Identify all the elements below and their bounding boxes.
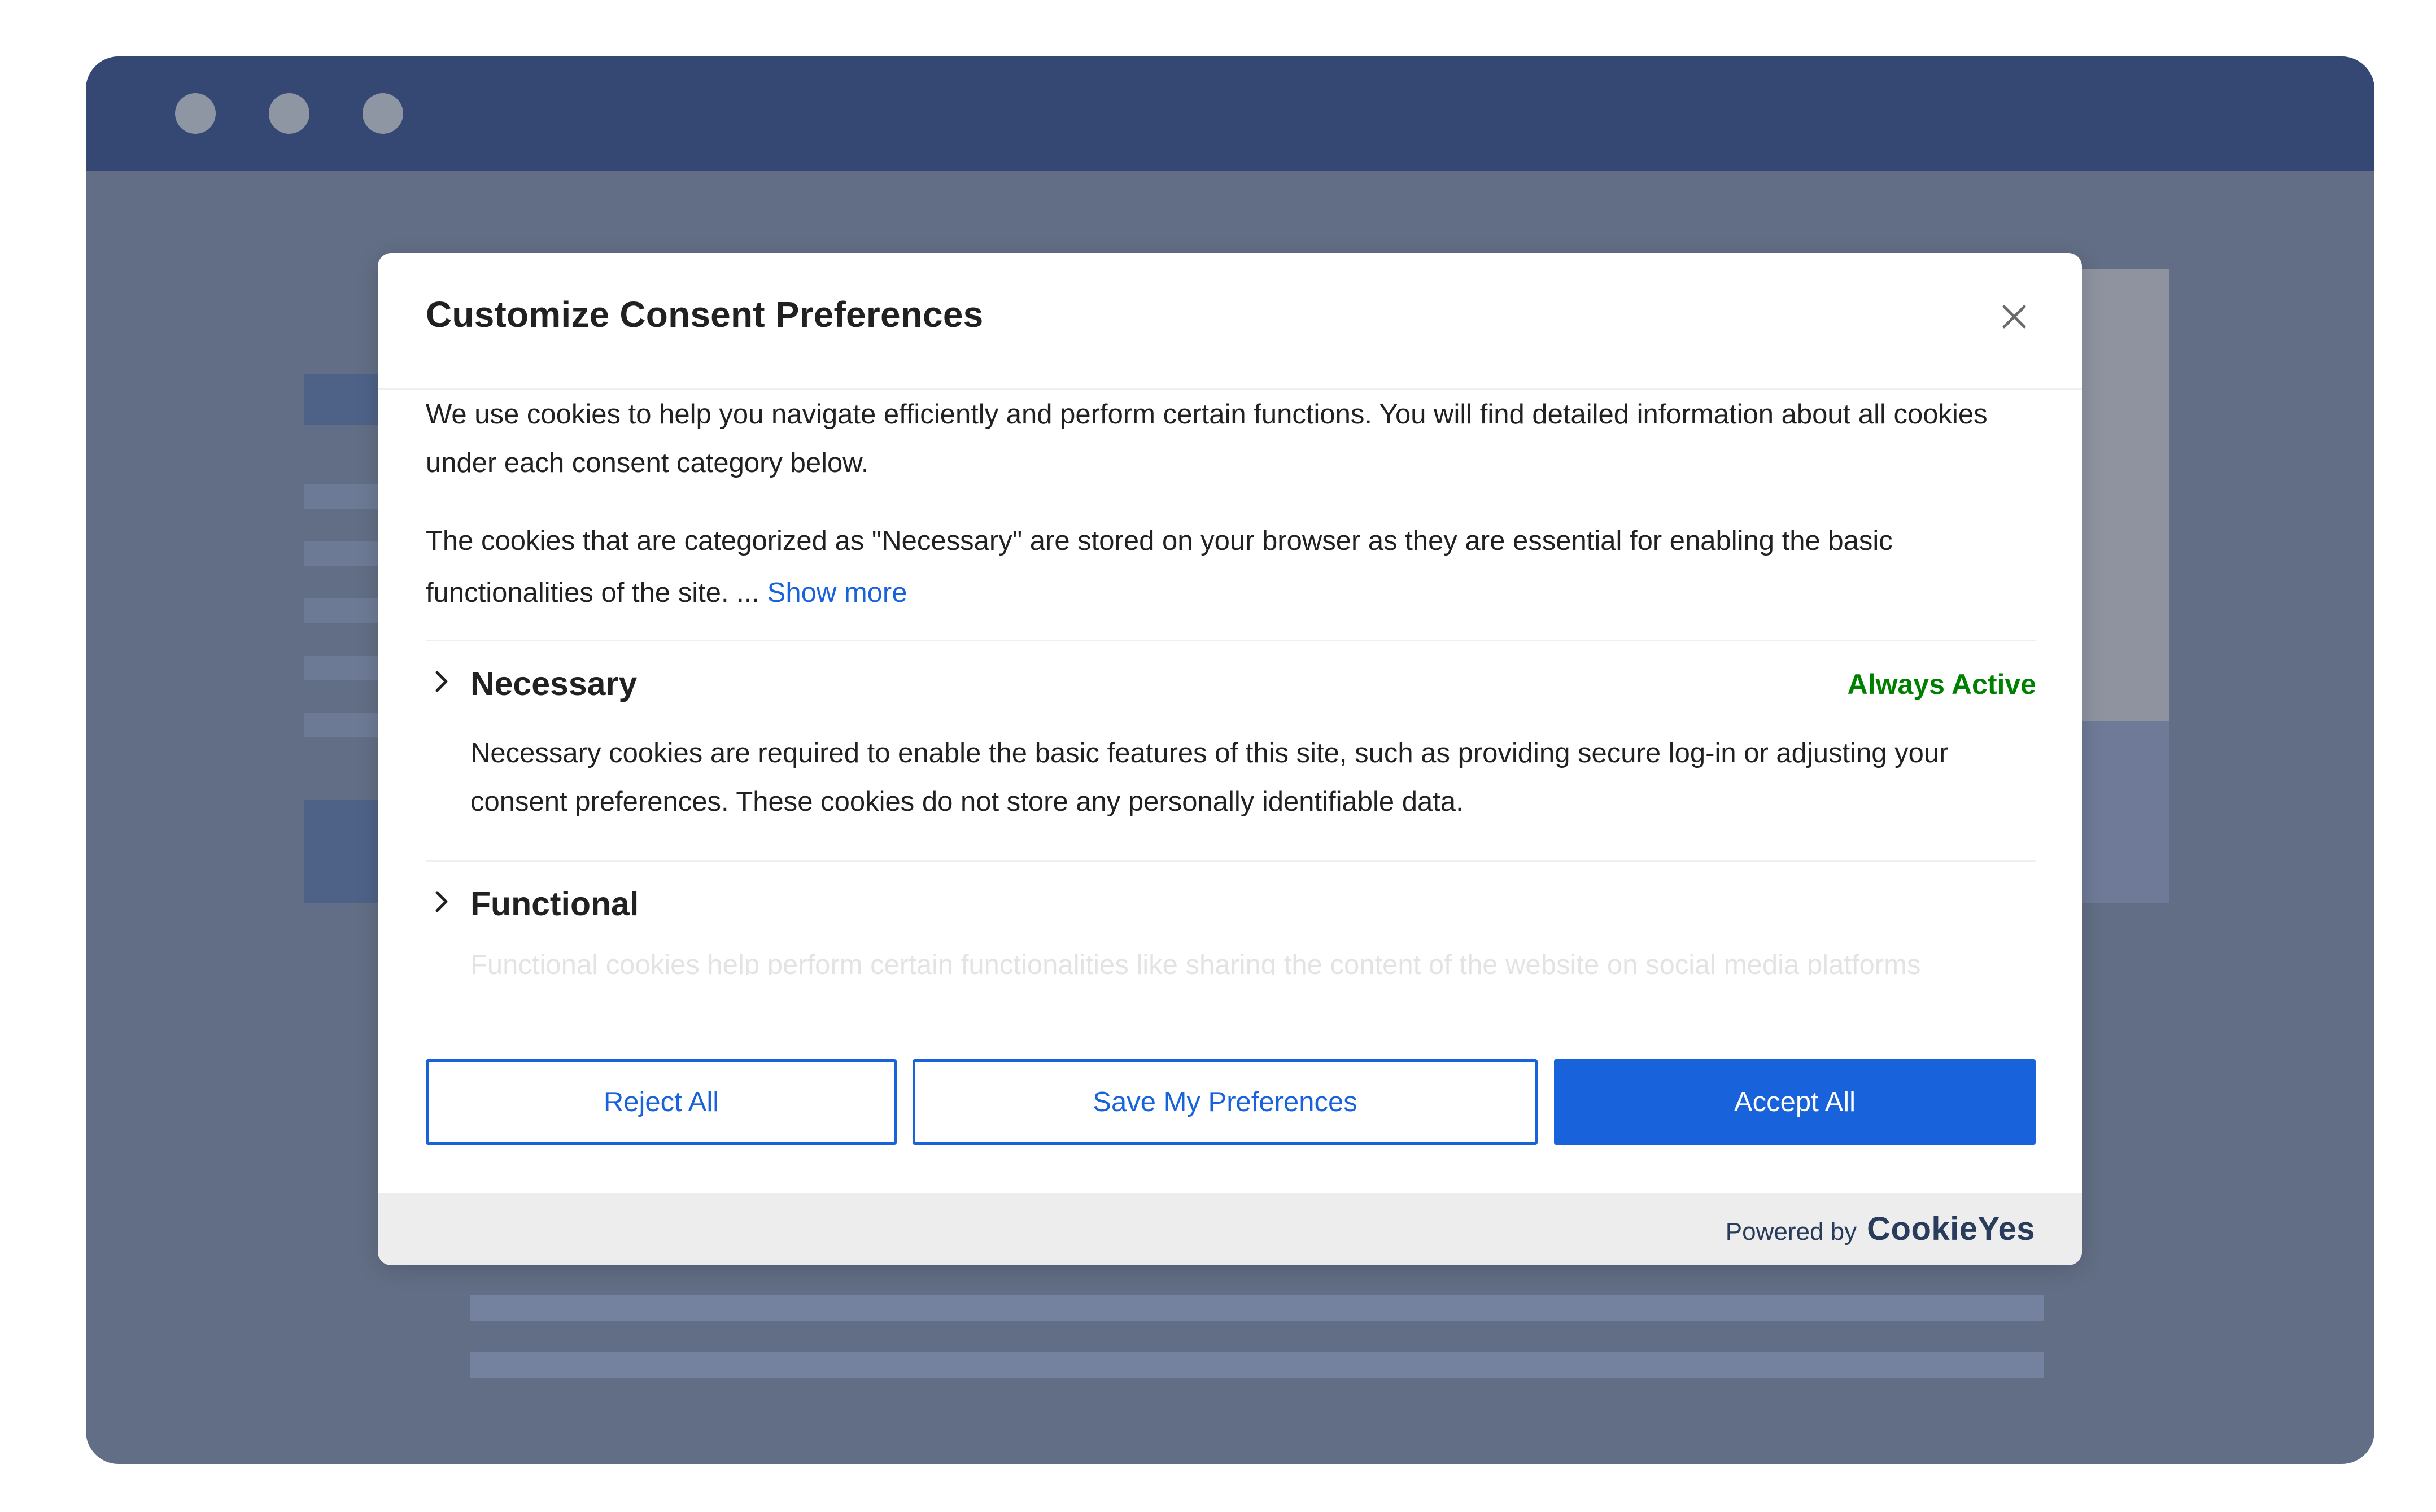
reject-all-button[interactable]: Reject All [426, 1059, 897, 1145]
section-divider [426, 860, 2036, 862]
category-necessary-header[interactable]: Necessary Always Active [426, 659, 2036, 704]
modal-header: Customize Consent Preferences [378, 253, 2082, 390]
save-preferences-button[interactable]: Save My Preferences [913, 1059, 1538, 1145]
chevron-right-icon [435, 891, 448, 912]
necessary-paragraph: The cookies that are categorized as "Nec… [426, 515, 2036, 619]
close-button[interactable] [1997, 300, 2031, 334]
consent-preferences-modal: Customize Consent Preferences We use coo… [378, 253, 2082, 1265]
powered-by: Powered by CookieYes [1726, 1210, 2035, 1248]
cookieyes-logo[interactable]: CookieYes [1867, 1210, 2035, 1248]
always-active-badge: Always Active [1847, 668, 2036, 700]
powered-by-label: Powered by [1725, 1218, 1857, 1246]
background-text-line [304, 484, 383, 509]
section-divider [426, 640, 2036, 641]
background-text-line [304, 598, 383, 623]
window-control-dot[interactable] [363, 93, 403, 134]
accept-all-button[interactable]: Accept All [1554, 1059, 2036, 1145]
modal-title: Customize Consent Preferences [426, 294, 984, 335]
chevron-right-icon [435, 671, 448, 692]
category-description: Necessary cookies are required to enable… [470, 738, 1949, 817]
show-more-link[interactable]: Show more [767, 578, 907, 608]
category-functional-header[interactable]: Functional [426, 879, 2036, 924]
browser-titlebar [86, 56, 2374, 171]
category-description: Functional cookies help perform certain … [470, 950, 1921, 975]
modal-footer: Powered by CookieYes [378, 1193, 2082, 1265]
category-title: Functional [470, 885, 639, 923]
background-text-line [470, 1295, 2044, 1321]
necessary-paragraph-text: The cookies that are categorized as "Nec… [426, 526, 1893, 608]
background-block-placeholder [304, 800, 383, 903]
close-icon [2002, 305, 2026, 329]
category-title: Necessary [470, 665, 638, 702]
background-text-line [470, 1352, 2044, 1378]
background-text-line [304, 541, 383, 566]
window-control-dot[interactable] [269, 93, 309, 134]
background-image-placeholder [2079, 269, 2169, 721]
window-control-dot[interactable] [175, 93, 216, 134]
background-heading-placeholder [304, 374, 383, 425]
intro-paragraph: We use cookies to help you navigate effi… [426, 399, 1988, 478]
background-text-line [304, 656, 383, 680]
background-text-line [304, 713, 383, 737]
page: Customize Consent Preferences We use coo… [0, 0, 2436, 1512]
